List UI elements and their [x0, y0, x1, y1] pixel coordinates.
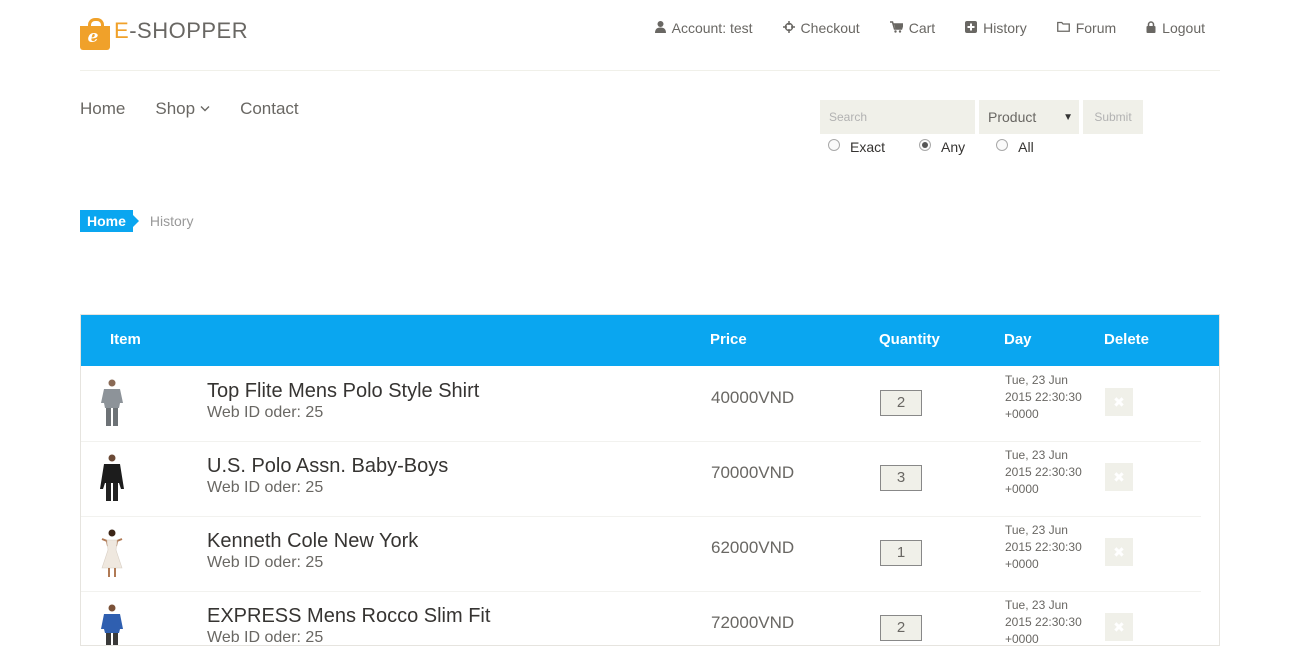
web-id: Web ID oder: 25	[207, 554, 324, 571]
folder-icon	[1056, 21, 1070, 35]
price: 40000VND	[711, 388, 795, 407]
radio-exact[interactable]: Exact	[828, 139, 885, 155]
product-title[interactable]: EXPRESS Mens Rocco Slim Fit	[207, 605, 490, 628]
cart-link[interactable]: Cart	[889, 20, 935, 36]
product-title[interactable]: Kenneth Cole New York	[207, 530, 418, 553]
history-link[interactable]: History	[965, 20, 1027, 36]
search-mode-radios: Exact Any All	[828, 139, 1068, 155]
price: 62000VND	[711, 538, 795, 557]
account-link[interactable]: Account: test	[654, 20, 753, 36]
product-image[interactable]	[99, 528, 125, 578]
web-id: Web ID oder: 25	[207, 629, 324, 646]
search-submit-button[interactable]: Submit	[1083, 100, 1143, 134]
web-id: Web ID oder: 25	[207, 479, 324, 496]
order-day: Tue, 23 Jun 2015 22:30:30 +0000	[1005, 448, 1082, 496]
breadcrumb-current: History	[149, 213, 194, 229]
order-day: Tue, 23 Jun 2015 22:30:30 +0000	[1005, 598, 1082, 646]
quantity-box[interactable]: 2	[880, 390, 922, 416]
logo-text: E-SHOPPER	[114, 18, 249, 43]
header-item: Item	[110, 331, 141, 348]
close-icon: ✖	[1113, 619, 1125, 635]
logo[interactable]: e E-SHOPPER	[80, 11, 248, 51]
product-image[interactable]	[99, 603, 125, 646]
header-delete: Delete	[1104, 331, 1150, 348]
crosshairs-icon	[782, 20, 795, 36]
nav-home[interactable]: Home	[80, 99, 125, 119]
radio-all[interactable]: All	[996, 139, 1034, 155]
close-icon: ✖	[1113, 469, 1125, 485]
breadcrumb-home[interactable]: Home	[80, 210, 139, 232]
web-id: Web ID oder: 25	[207, 404, 324, 421]
main-nav: Home Shop Contact	[80, 99, 329, 119]
order-day: Tue, 23 Jun 2015 22:30:30 +0000	[1005, 373, 1082, 421]
forum-link[interactable]: Forum	[1056, 20, 1116, 36]
plus-square-icon	[965, 20, 978, 36]
logout-link[interactable]: Logout	[1146, 20, 1205, 36]
delete-button[interactable]: ✖	[1105, 388, 1133, 416]
nav-shop[interactable]: Shop	[155, 99, 210, 119]
breadcrumb: Home History	[80, 210, 193, 232]
table-row: Top Flite Mens Polo Style Shirt Web ID o…	[81, 366, 1201, 442]
close-icon: ✖	[1113, 394, 1125, 410]
header-day: Day	[1004, 331, 1032, 348]
account-nav: Account: test Checkout Cart History Foru…	[625, 20, 1205, 36]
radio-any[interactable]: Any	[919, 139, 965, 155]
product-title[interactable]: U.S. Polo Assn. Baby-Boys	[207, 455, 448, 478]
table-row: Kenneth Cole New York Web ID oder: 25 62…	[81, 516, 1201, 592]
header-quantity: Quantity	[879, 331, 940, 348]
header-price: Price	[710, 331, 747, 348]
search-form: Product▼ Submit	[820, 100, 1143, 134]
chevron-down-icon	[200, 104, 210, 115]
quantity-box[interactable]: 2	[880, 615, 922, 641]
dropdown-arrow-icon: ▼	[1063, 111, 1073, 123]
price: 70000VND	[711, 463, 795, 482]
table-header: Item Price Quantity Day Delete	[81, 315, 1219, 366]
product-image[interactable]	[99, 378, 125, 428]
order-day: Tue, 23 Jun 2015 22:30:30 +0000	[1005, 523, 1082, 571]
product-title[interactable]: Top Flite Mens Polo Style Shirt	[207, 380, 479, 403]
search-input[interactable]	[820, 100, 975, 134]
cart-icon	[889, 20, 904, 36]
table-row: U.S. Polo Assn. Baby-Boys Web ID oder: 2…	[81, 441, 1201, 517]
nav-contact[interactable]: Contact	[240, 99, 299, 119]
header-top: e E-SHOPPER Account: test Checkout Cart …	[80, 0, 1220, 71]
close-icon: ✖	[1113, 544, 1125, 560]
radio-button[interactable]	[996, 139, 1009, 151]
user-icon	[654, 20, 666, 36]
radio-button[interactable]	[919, 139, 932, 151]
radio-button[interactable]	[828, 139, 840, 151]
delete-button[interactable]: ✖	[1105, 538, 1133, 566]
delete-button[interactable]: ✖	[1105, 463, 1133, 491]
search-category-select[interactable]: Product ▼	[979, 100, 1079, 134]
checkout-link[interactable]: Checkout	[782, 20, 860, 36]
lock-icon	[1146, 20, 1156, 36]
quantity-box[interactable]: 3	[880, 465, 922, 491]
quantity-box[interactable]: 1	[880, 540, 922, 566]
delete-button[interactable]: ✖	[1105, 613, 1133, 641]
history-table: Item Price Quantity Day Delete Top Flite…	[80, 314, 1220, 646]
price: 72000VND	[711, 613, 795, 632]
product-image[interactable]	[99, 453, 125, 503]
shopping-bag-icon: e	[80, 18, 110, 50]
table-row: EXPRESS Mens Rocco Slim Fit Web ID oder:…	[81, 591, 1201, 646]
